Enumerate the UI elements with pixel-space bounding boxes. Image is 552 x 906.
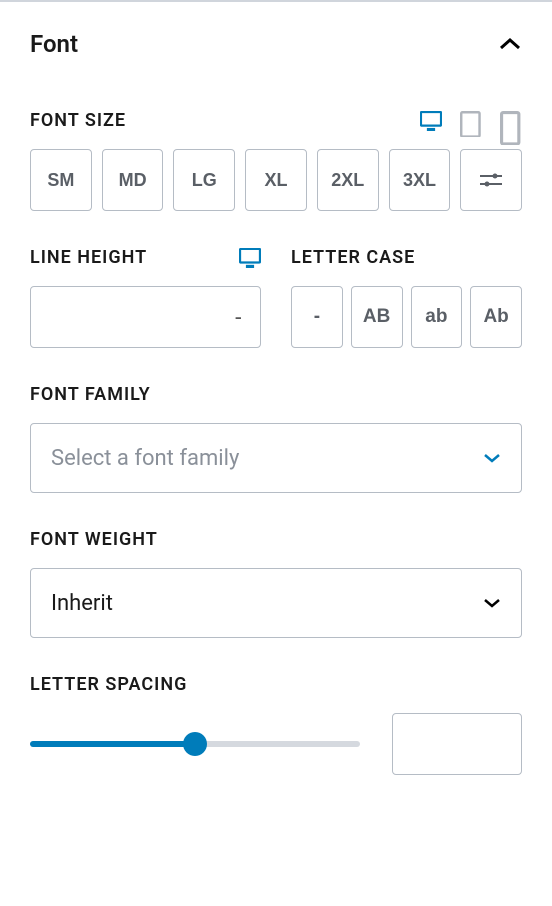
font-weight-label: FONT WEIGHT xyxy=(30,529,158,550)
font-size-custom-button[interactable] xyxy=(460,149,522,211)
font-size-3xl[interactable]: 3XL xyxy=(389,149,451,211)
font-weight-value: Inherit xyxy=(51,591,113,616)
desktop-icon[interactable] xyxy=(420,111,442,131)
font-family-value: Select a font family xyxy=(51,446,239,471)
tablet-icon[interactable] xyxy=(460,111,482,131)
font-panel-toggle[interactable]: Font xyxy=(30,2,522,74)
font-size-2xl[interactable]: 2XL xyxy=(317,149,379,211)
letter-spacing-input[interactable] xyxy=(392,713,522,775)
desktop-icon[interactable] xyxy=(239,248,261,268)
font-size-label: FONT SIZE xyxy=(30,110,126,131)
font-size-md[interactable]: MD xyxy=(102,149,164,211)
sliders-icon xyxy=(480,171,502,189)
letter-spacing-slider[interactable] xyxy=(30,732,360,756)
font-weight-select[interactable]: Inherit xyxy=(30,568,522,638)
device-switcher xyxy=(420,111,522,131)
panel-title: Font xyxy=(30,30,78,58)
line-height-label: LINE HEIGHT xyxy=(30,247,147,268)
slider-fill xyxy=(30,741,195,747)
letter-case-label: LETTER CASE xyxy=(291,247,415,268)
chevron-down-icon xyxy=(483,452,501,464)
font-size-lg[interactable]: LG xyxy=(173,149,235,211)
letter-case-none[interactable]: - xyxy=(291,286,343,348)
chevron-down-icon xyxy=(483,597,501,609)
font-family-label: FONT FAMILY xyxy=(30,384,151,405)
letter-case-lower[interactable]: ab xyxy=(411,286,463,348)
font-family-select[interactable]: Select a font family xyxy=(30,423,522,493)
font-size-xl[interactable]: XL xyxy=(245,149,307,211)
letter-spacing-label: LETTER SPACING xyxy=(30,674,187,695)
mobile-icon[interactable] xyxy=(500,111,522,131)
slider-thumb[interactable] xyxy=(183,732,207,756)
letter-case-upper[interactable]: AB xyxy=(351,286,403,348)
chevron-up-icon xyxy=(498,37,522,51)
line-height-input[interactable] xyxy=(30,286,261,348)
letter-case-capitalize[interactable]: Ab xyxy=(470,286,522,348)
font-size-sm[interactable]: SM xyxy=(30,149,92,211)
